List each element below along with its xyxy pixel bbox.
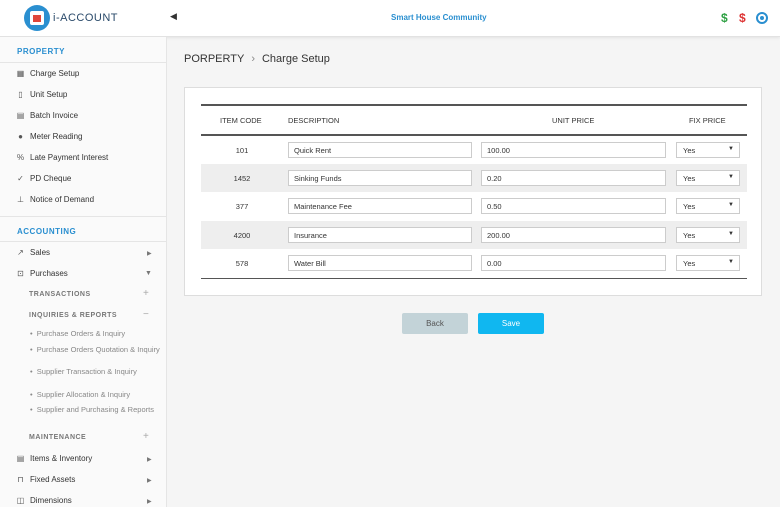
breadcrumb: PORPERTY › Charge Setup bbox=[184, 53, 330, 65]
sidebar-item-dimensions[interactable]: ◫ Dimensions bbox=[16, 496, 72, 505]
divider bbox=[0, 62, 167, 63]
chart-line-icon: ↗ bbox=[17, 248, 24, 257]
logo-icon bbox=[24, 5, 50, 31]
fix-price-select[interactable]: Yes ▼ bbox=[676, 255, 740, 271]
sidebar-item-late-payment-interest[interactable]: % Late Payment Interest bbox=[16, 153, 108, 162]
sidebar-item-meter-reading[interactable]: ● Meter Reading bbox=[16, 132, 82, 141]
header-item-code: ITEM CODE bbox=[220, 116, 262, 125]
accounting-section-title: ACCOUNTING bbox=[17, 227, 77, 236]
app-name: i-ACCOUNT bbox=[53, 12, 118, 24]
divider bbox=[0, 241, 167, 242]
plus-icon[interactable]: + bbox=[143, 288, 149, 299]
pin-icon: ⊥ bbox=[17, 195, 24, 204]
cart-icon: ⊡ bbox=[17, 269, 24, 278]
item-code: 578 bbox=[235, 259, 249, 268]
sidebar-item-charge-setup[interactable]: ▦ Charge Setup bbox=[16, 69, 80, 78]
breadcrumb-separator-icon: › bbox=[251, 53, 255, 65]
sidebar-item-batch-invoice[interactable]: ▤ Batch Invoice bbox=[16, 111, 78, 120]
caret-down-icon: ▼ bbox=[728, 259, 734, 265]
table-row: 4200 Insurance 200.00 Yes ▼ bbox=[201, 221, 747, 249]
back-button[interactable]: Back bbox=[402, 313, 468, 334]
drop-icon: ● bbox=[18, 132, 23, 141]
sidebar: PROPERTY ▦ Charge Setup ▯ Unit Setup ▤ Batc… bbox=[0, 37, 167, 507]
grid-icon: ▦ bbox=[16, 69, 25, 78]
save-button[interactable]: Save bbox=[478, 313, 544, 334]
bank-icon: ⊓ bbox=[17, 475, 24, 484]
sidebar-link-supplier-allocation[interactable]: • Supplier Allocation & Inquiry bbox=[30, 390, 160, 399]
unit-price-input[interactable]: 0.00 bbox=[481, 255, 666, 271]
property-section-title: PROPERTY bbox=[17, 47, 66, 56]
maintenance-heading[interactable]: MAINTENANCE bbox=[29, 434, 86, 441]
fix-price-select[interactable]: Yes ▼ bbox=[676, 198, 740, 214]
caret-down-icon: ▼ bbox=[728, 146, 734, 152]
sidebar-item-notice-of-demand[interactable]: ⊥ Notice of Demand bbox=[16, 195, 94, 204]
description-input[interactable]: Quick Rent bbox=[288, 142, 472, 158]
user-icon[interactable] bbox=[756, 12, 768, 24]
community-name: Smart House Community bbox=[391, 13, 487, 22]
caret-down-icon: ▼ bbox=[728, 174, 734, 180]
chevron-down-icon[interactable]: ▼ bbox=[145, 270, 152, 277]
fix-price-select[interactable]: Yes ▼ bbox=[676, 142, 740, 158]
item-code: 1452 bbox=[233, 174, 251, 183]
dollar-green-icon[interactable]: $ bbox=[721, 11, 728, 25]
sidebar-item-items-inventory[interactable]: ▤ Items & Inventory bbox=[16, 454, 93, 463]
item-code: 4200 bbox=[233, 231, 251, 240]
chevron-right-icon[interactable]: ▶ bbox=[147, 250, 152, 257]
list-icon: ▤ bbox=[16, 454, 25, 463]
sidebar-item-fixed-assets[interactable]: ⊓ Fixed Assets bbox=[16, 475, 75, 484]
cube-icon: ◫ bbox=[16, 496, 25, 505]
unit-price-input[interactable]: 0.50 bbox=[481, 198, 666, 214]
table-row: 578 Water Bill 0.00 Yes ▼ bbox=[201, 249, 747, 277]
item-code: 377 bbox=[235, 202, 249, 211]
description-input[interactable]: Maintenance Fee bbox=[288, 198, 472, 214]
fix-price-select[interactable]: Yes ▼ bbox=[676, 227, 740, 243]
transactions-heading[interactable]: TRANSACTIONS bbox=[29, 291, 91, 298]
collapse-sidebar-icon[interactable]: ◀ bbox=[170, 11, 177, 22]
unit-price-input[interactable]: 100.00 bbox=[481, 142, 666, 158]
unit-price-input[interactable]: 0.20 bbox=[481, 170, 666, 186]
caret-down-icon: ▼ bbox=[728, 202, 734, 208]
header-description: DESCRIPTION bbox=[288, 116, 340, 125]
description-input[interactable]: Insurance bbox=[288, 227, 472, 243]
sidebar-link-purchase-quotation[interactable]: • Purchase Orders Quotation & Inquiry bbox=[30, 345, 160, 354]
table-row: 1452 Sinking Funds 0.20 Yes ▼ bbox=[201, 164, 747, 192]
breadcrumb-current: Charge Setup bbox=[261, 53, 330, 65]
sidebar-link-supplier-reports[interactable]: • Supplier and Purchasing & Reports bbox=[30, 405, 160, 414]
header-unit-price: UNIT PRICE bbox=[552, 116, 595, 125]
table-top-border bbox=[201, 104, 747, 106]
building-icon: ▯ bbox=[18, 90, 23, 99]
table-row: 101 Quick Rent 100.00 Yes ▼ bbox=[201, 136, 747, 164]
sidebar-link-supplier-transaction[interactable]: • Supplier Transaction & Inquiry bbox=[30, 367, 160, 376]
inquiries-heading[interactable]: INQUIRIES & REPORTS bbox=[29, 312, 117, 319]
chevron-right-icon[interactable]: ▶ bbox=[147, 498, 152, 505]
table-row: 377 Maintenance Fee 0.50 Yes ▼ bbox=[201, 192, 747, 220]
chevron-right-icon[interactable]: ▶ bbox=[147, 456, 152, 463]
sidebar-item-pd-cheque[interactable]: ✓ PD Cheque bbox=[16, 174, 71, 183]
header-fix-price: FIX PRICE bbox=[689, 116, 726, 125]
item-code: 101 bbox=[235, 146, 249, 155]
description-input[interactable]: Sinking Funds bbox=[288, 170, 472, 186]
sidebar-item-unit-setup[interactable]: ▯ Unit Setup bbox=[16, 90, 67, 99]
sidebar-link-purchase-orders[interactable]: • Purchase Orders & Inquiry bbox=[30, 329, 160, 338]
sidebar-item-sales[interactable]: ↗ Sales bbox=[16, 248, 50, 257]
table-bottom-border bbox=[201, 278, 747, 279]
minus-icon[interactable]: − bbox=[143, 309, 149, 320]
description-input[interactable]: Water Bill bbox=[288, 255, 472, 271]
divider bbox=[0, 216, 167, 217]
top-bar: i-ACCOUNT ◀ Smart House Community $ $ bbox=[0, 0, 780, 37]
sidebar-item-purchases[interactable]: ⊡ Purchases bbox=[16, 269, 68, 278]
document-icon: ▤ bbox=[16, 111, 25, 120]
fix-price-select[interactable]: Yes ▼ bbox=[676, 170, 740, 186]
caret-down-icon: ▼ bbox=[728, 231, 734, 237]
unit-price-input[interactable]: 200.00 bbox=[481, 227, 666, 243]
percent-icon: % bbox=[16, 153, 25, 162]
breadcrumb-parent[interactable]: PORPERTY bbox=[184, 53, 244, 65]
check-icon: ✓ bbox=[17, 174, 24, 183]
dollar-red-icon[interactable]: $ bbox=[739, 11, 746, 25]
plus-icon[interactable]: + bbox=[143, 431, 149, 442]
chevron-right-icon[interactable]: ▶ bbox=[147, 477, 152, 484]
